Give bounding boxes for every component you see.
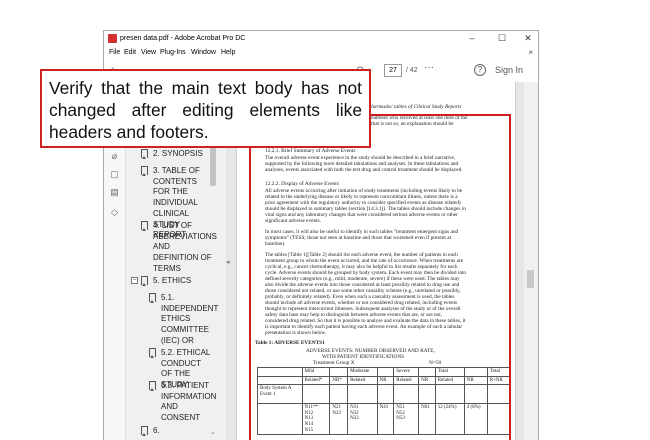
layers-icon[interactable]: ▤ — [109, 187, 120, 198]
collapse-ethics-toggle[interactable]: − — [131, 277, 138, 284]
bookmark-icon — [141, 426, 148, 436]
bookmark-icon — [149, 381, 156, 391]
main-body-highlight — [249, 114, 511, 440]
maximize-button[interactable]: ☐ — [492, 31, 512, 46]
window-title: presen data.pdf - Adobe Acrobat Pro DC — [120, 35, 246, 42]
page-number-input[interactable]: 27 — [384, 64, 402, 77]
bookmark-synopsis[interactable]: 2. SYNOPSIS — [153, 149, 213, 160]
bookmark-iec[interactable]: 5.1. INDEPENDENT ETHICS COMMITTEE (IEC) … — [161, 293, 218, 347]
menu-window[interactable]: Window — [191, 46, 216, 59]
bookmark-abbreviations[interactable]: 4. LIST OF ABBREVIATIONS AND DEFINITION … — [153, 221, 217, 275]
bookmark-ethics[interactable]: 5. ETHICS — [153, 276, 213, 287]
collapse-left-pane-icon[interactable]: ◂ — [226, 258, 230, 266]
instruction-callout: Verify that the main text body has not c… — [40, 69, 371, 148]
menu-help[interactable]: Help — [221, 46, 235, 59]
minimize-button[interactable]: – — [462, 31, 482, 46]
viewer-scrollbar[interactable] — [524, 82, 538, 440]
menu-edit[interactable]: Edit — [124, 46, 136, 59]
bookmark-icon — [141, 221, 148, 231]
sign-in-link[interactable]: Sign In — [495, 64, 523, 77]
page-total: / 42 — [406, 67, 418, 74]
title-bar: presen data.pdf - Adobe Acrobat Pro DC –… — [104, 31, 538, 46]
bookmark-patient-information[interactable]: 5.3. PATIENT INFORMATION AND CONSENT — [161, 381, 216, 424]
help-icon[interactable]: ? — [474, 64, 486, 76]
attachments-icon[interactable]: ⌀ — [109, 151, 120, 162]
scroll-down-icon[interactable]: ⌄ — [210, 428, 216, 436]
bookmark-icon — [141, 166, 148, 176]
page-thumbnails-icon[interactable]: ▢ — [109, 169, 120, 180]
bookmark-icon — [149, 293, 156, 303]
acrobat-app-icon — [108, 34, 117, 43]
more-tools-icon[interactable]: ··· — [424, 62, 434, 73]
bookmark-icon — [141, 276, 148, 286]
menu-plugins[interactable]: Plug-Ins — [160, 46, 186, 59]
page-header: Pharmadoc tables of Clinical Study Repor… — [368, 104, 462, 110]
close-window-button[interactable]: ✕ — [518, 31, 538, 46]
menu-bar: File Edit View Plug-Ins Window Help × — [104, 46, 538, 59]
viewer-scroll-thumb[interactable] — [527, 270, 534, 288]
bookmark-icon — [141, 149, 148, 159]
menu-file[interactable]: File — [109, 46, 120, 59]
tags-icon[interactable]: ◇ — [109, 207, 120, 218]
close-document-button[interactable]: × — [528, 46, 533, 59]
menu-view[interactable]: View — [141, 46, 156, 59]
bookmark-icon — [149, 348, 156, 358]
bookmark-6[interactable]: 6. — [153, 426, 213, 437]
